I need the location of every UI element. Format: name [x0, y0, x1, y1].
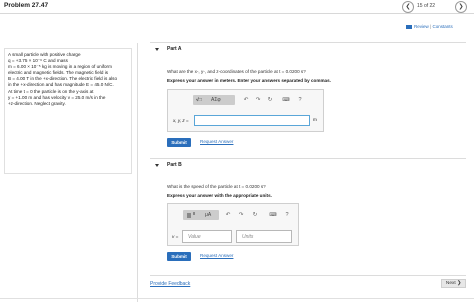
part-b-submit-button[interactable]: Submit [167, 252, 191, 261]
part-b-instruction: Express your answer with the appropriate… [167, 193, 272, 198]
section-divider [150, 42, 466, 43]
chevron-right-icon[interactable]: ❯ [455, 1, 467, 13]
section-divider [150, 158, 466, 159]
part-a-request-answer-link[interactable]: Request Answer [200, 139, 233, 144]
problem-title: Problem 27.47 [4, 2, 49, 9]
value-placeholder: Value [188, 234, 201, 240]
units-button[interactable]: μA [205, 210, 211, 220]
part-a-instruction: Express your answer in meters. Enter you… [167, 78, 331, 83]
review-link[interactable]: Review [414, 24, 429, 29]
template-icon[interactable] [187, 212, 191, 218]
constants-link[interactable]: Constants [432, 24, 452, 29]
part-b-heading[interactable]: Part B [167, 162, 182, 168]
review-icon [406, 24, 412, 29]
problem-panel: A small particle with positive charge q … [0, 43, 138, 302]
part-b-format-toolbar: μA [183, 210, 219, 220]
template-button[interactable]: √□ [196, 95, 202, 105]
provide-feedback-link[interactable]: Provide Feedback [150, 281, 190, 287]
page-count: 15 of 22 [417, 3, 436, 9]
collapse-caret-icon[interactable] [155, 164, 159, 167]
reset-icon[interactable]: ↻ [251, 210, 259, 220]
part-b-request-answer-link[interactable]: Request Answer [200, 253, 233, 258]
review-links: Review | Constants [406, 24, 453, 29]
bottom-divider [0, 298, 474, 299]
keyboard-icon[interactable]: ⌨ [267, 210, 279, 220]
greek-symbols-button[interactable]: AΣφ [211, 95, 221, 105]
part-a-format-toolbar: √□ AΣφ [193, 95, 235, 105]
template-superscript-icon [193, 211, 195, 215]
part-a-answer-box: √□ AΣφ ↶ ↷ ↻ ⌨ ? x, y, z = [167, 89, 324, 132]
keyboard-icon[interactable]: ⌨ [280, 95, 292, 105]
reset-icon[interactable]: ↻ [266, 95, 274, 105]
top-bar: Problem 27.47 ❮ 15 of 22 ❯ [0, 0, 474, 14]
section-divider [150, 275, 466, 276]
part-a-submit-button[interactable]: Submit [167, 138, 191, 147]
part-b-question: What is the speed of the particle at t =… [167, 184, 266, 189]
part-a-heading[interactable]: Part A [167, 46, 182, 52]
redo-icon[interactable]: ↷ [237, 210, 245, 220]
value-input[interactable]: Value [182, 230, 232, 243]
problem-statement: A small particle with positive charge q … [4, 48, 132, 174]
collapse-caret-icon[interactable] [155, 48, 159, 51]
part-a-unit: m [313, 117, 317, 122]
redo-icon[interactable]: ↷ [254, 95, 262, 105]
units-input[interactable]: Units [236, 230, 292, 243]
part-a-question: What are the x-, y-, and z-coordinates o… [167, 69, 306, 74]
undo-icon[interactable]: ↶ [224, 210, 232, 220]
coordinates-input[interactable] [194, 115, 310, 126]
part-b-input-label: v = [172, 234, 179, 239]
help-button[interactable]: ? [296, 95, 304, 105]
undo-icon[interactable]: ↶ [242, 95, 250, 105]
chevron-left-icon[interactable]: ❮ [402, 1, 414, 13]
part-a-input-label: x, y, z = [173, 118, 189, 123]
problem-line: in the +x-direction and has magnitude E … [8, 82, 114, 88]
next-button[interactable]: Next ❯ [441, 279, 466, 288]
units-placeholder: Units [242, 234, 254, 240]
help-button[interactable]: ? [283, 210, 291, 220]
part-b-answer-box: μA ↶ ↷ ↻ ⌨ ? v = Value Units [167, 203, 299, 246]
problem-line: +z-direction. Neglect gravity. [8, 100, 66, 106]
